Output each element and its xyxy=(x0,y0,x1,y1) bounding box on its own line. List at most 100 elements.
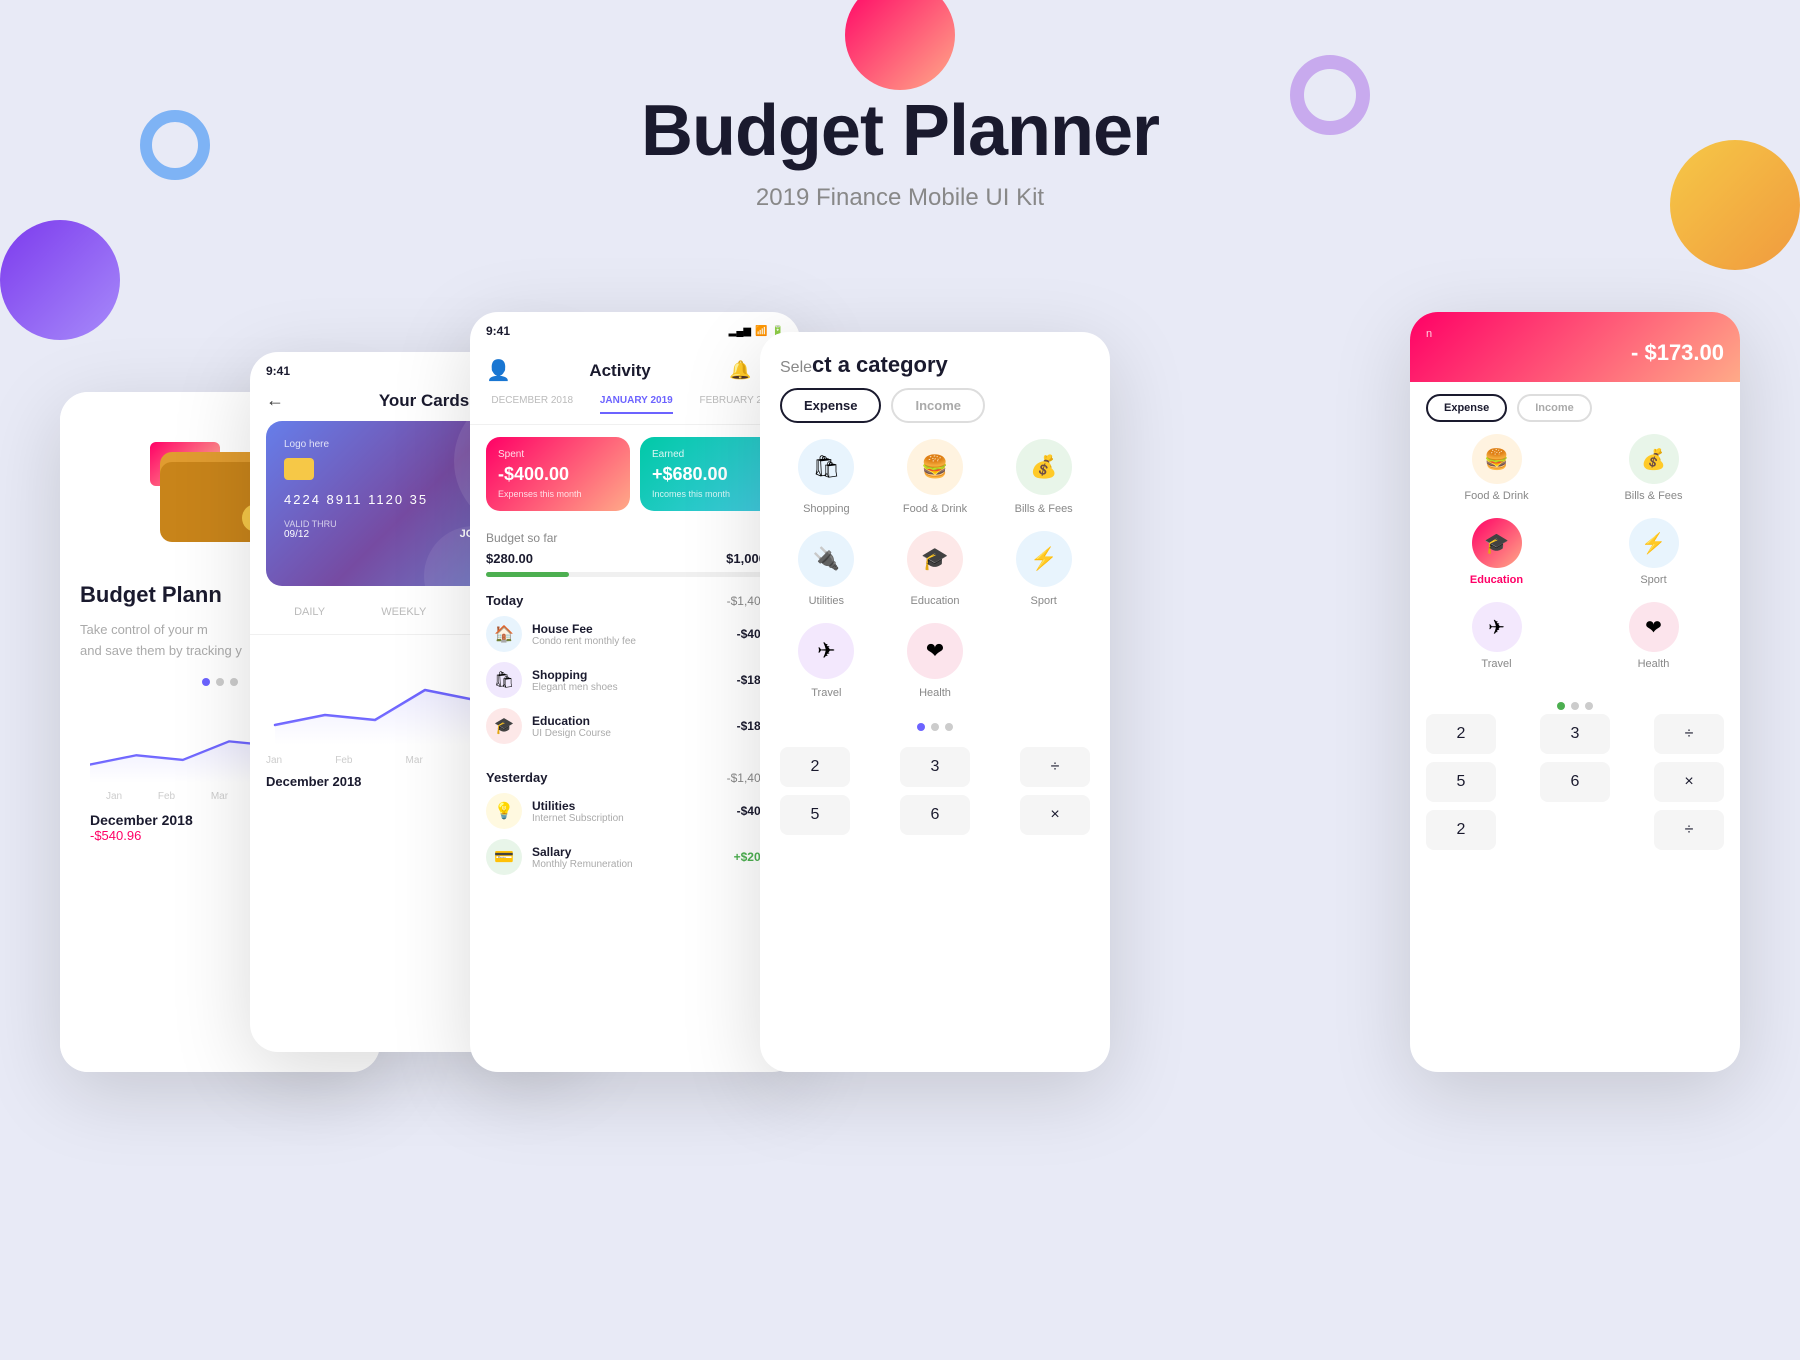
cat-education[interactable]: 🎓 Education xyxy=(889,531,982,607)
cat-dot-2[interactable] xyxy=(931,723,939,731)
chip-icon xyxy=(284,458,314,480)
budget-fill xyxy=(486,572,569,577)
screen5-bills-label: Bills & Fees xyxy=(1624,490,1682,502)
trans-desc-shop: Elegant men shoes xyxy=(532,682,727,693)
tab-daily[interactable]: DAILY xyxy=(294,606,325,626)
yesterday-transactions: Yesterday -$1,400.00 💡 Utilities Interne… xyxy=(470,762,800,893)
screen5-edu-label: Education xyxy=(1470,574,1523,586)
budget-title: Budget so far xyxy=(486,531,784,545)
trans-name-shop: Shopping xyxy=(532,668,727,682)
page-header: Budget Planner 2019 Finance Mobile UI Ki… xyxy=(0,0,1800,212)
cat-travel[interactable]: ✈ Travel xyxy=(780,623,873,699)
key-2[interactable]: 2 xyxy=(780,747,850,787)
cat-health[interactable]: ❤ Health xyxy=(889,623,982,699)
health-icon-wrap: ❤ xyxy=(907,623,963,679)
cat-dot-3[interactable] xyxy=(945,723,953,731)
time-display: 9:41 xyxy=(266,364,290,378)
screen5-dots xyxy=(1410,698,1740,714)
tab-weekly[interactable]: WEEKLY xyxy=(381,606,426,626)
cat-sport[interactable]: ⚡ Sport xyxy=(997,531,1090,607)
key5-2[interactable]: 2 xyxy=(1426,714,1496,754)
key-6[interactable]: 6 xyxy=(900,795,970,835)
screen5-cat-edu[interactable]: 🎓 Education xyxy=(1426,518,1567,586)
trans-desc-util: Internet Subscription xyxy=(532,813,727,824)
yesterday-header: Yesterday -$1,400.00 xyxy=(486,770,784,785)
dot-3[interactable] xyxy=(230,678,238,686)
month-tabs[interactable]: DECEMBER 2018 JANUARY 2019 FEBRUARY 2019 xyxy=(470,391,800,425)
screen5-cat-sport[interactable]: ⚡ Sport xyxy=(1583,518,1724,586)
budget-row: $280.00 $1,000.00 xyxy=(486,551,784,566)
trans-desc-salary: Monthly Remuneration xyxy=(532,859,724,870)
screen5-label: n xyxy=(1426,328,1724,340)
back-button[interactable]: ← xyxy=(266,390,284,411)
spent-sub: Expenses this month xyxy=(498,489,618,499)
numpad-5: 2 3 ÷ 5 6 × 2 ÷ xyxy=(1410,714,1740,850)
key5-6[interactable]: 6 xyxy=(1540,762,1610,802)
screen5-edu-icon: 🎓 xyxy=(1472,518,1522,568)
budget-bar xyxy=(486,572,784,577)
spent-card: Spent -$400.00 Expenses this month xyxy=(486,437,630,511)
screen5-dot-1[interactable] xyxy=(1557,702,1565,710)
key5-mul[interactable]: × xyxy=(1654,762,1724,802)
key-div[interactable]: ÷ xyxy=(1020,747,1090,787)
trans-info-house: House Fee Condo rent monthly fee xyxy=(532,622,727,647)
dot-1[interactable] xyxy=(202,678,210,686)
screen5-income-toggle[interactable]: Income xyxy=(1517,394,1592,422)
shop-icon: 🛍 xyxy=(486,662,522,698)
edu-icon: 🎓 xyxy=(486,708,522,744)
cat-utilities[interactable]: 🔌 Utilities xyxy=(780,531,873,607)
trans-info-shop: Shopping Elegant men shoes xyxy=(532,668,727,693)
page-title: Budget Planner xyxy=(0,90,1800,172)
screen5-header: n - $173.00 xyxy=(1410,312,1740,382)
key-3[interactable]: 3 xyxy=(900,747,970,787)
cat-header: Select a category xyxy=(760,332,1110,388)
key5-div2[interactable]: ÷ xyxy=(1654,810,1724,850)
cat-shopping[interactable]: 🛍 Shopping xyxy=(780,439,873,515)
screen5-dot-2[interactable] xyxy=(1571,702,1579,710)
category-grid: 🛍 Shopping 🍔 Food & Drink 💰 Bills & Fees… xyxy=(760,439,1110,715)
budget-current: $280.00 xyxy=(486,551,533,566)
key-5[interactable]: 5 xyxy=(780,795,850,835)
key5-5[interactable]: 5 xyxy=(1426,762,1496,802)
profile-icon[interactable]: 👤 xyxy=(486,358,511,383)
key5-3[interactable]: 3 xyxy=(1540,714,1610,754)
trans-util: 💡 Utilities Internet Subscription -$400.… xyxy=(486,793,784,829)
screen5-sport-icon: ⚡ xyxy=(1629,518,1679,568)
bell-icon[interactable]: 🔔 xyxy=(729,360,751,381)
key-mul[interactable]: × xyxy=(1020,795,1090,835)
trans-desc-edu: UI Design Course xyxy=(532,728,727,739)
screen5-cat-travel[interactable]: ✈ Travel xyxy=(1426,602,1567,670)
screen5-health-icon: ❤ xyxy=(1629,602,1679,652)
toggle-group: Expense Income xyxy=(760,388,1110,439)
trans-info-salary: Sallary Monthly Remuneration xyxy=(532,845,724,870)
expense-toggle[interactable]: Expense xyxy=(780,388,881,423)
screen5-cat-bills[interactable]: 💰 Bills & Fees xyxy=(1583,434,1724,502)
cat-dot-1[interactable] xyxy=(917,723,925,731)
food-icon-wrap: 🍔 xyxy=(907,439,963,495)
travel-icon-wrap: ✈ xyxy=(798,623,854,679)
key5-div[interactable]: ÷ xyxy=(1654,714,1724,754)
trans-desc-house: Condo rent monthly fee xyxy=(532,636,727,647)
cat-travel-label: Travel xyxy=(811,687,841,699)
screen5-toggle: Expense Income xyxy=(1410,382,1740,434)
summary-cards: Spent -$400.00 Expenses this month Earne… xyxy=(470,425,800,523)
dot-2[interactable] xyxy=(216,678,224,686)
income-toggle[interactable]: Income xyxy=(891,388,985,423)
cat-food-drink[interactable]: 🍔 Food & Drink xyxy=(889,439,982,515)
key5-empty xyxy=(1540,810,1610,850)
card-expiry: VALID THRU 09/12 xyxy=(284,519,337,540)
key5-2b[interactable]: 2 xyxy=(1426,810,1496,850)
earned-label: Earned xyxy=(652,449,772,460)
tab-dec[interactable]: DECEMBER 2018 xyxy=(491,395,573,414)
tab-jan[interactable]: JANUARY 2019 xyxy=(600,395,673,414)
cat-health-label: Health xyxy=(919,687,951,699)
activity-time: 9:41 xyxy=(486,324,510,338)
screen5-expense-toggle[interactable]: Expense xyxy=(1426,394,1507,422)
cat-bills-fees[interactable]: 💰 Bills & Fees xyxy=(997,439,1090,515)
screen5-cat-health[interactable]: ❤ Health xyxy=(1583,602,1724,670)
cat-util-label: Utilities xyxy=(809,595,844,607)
screen5-cat-food[interactable]: 🍔 Food & Drink xyxy=(1426,434,1567,502)
screen5-food-label: Food & Drink xyxy=(1464,490,1528,502)
screen-activity: 9:41 ▂▄▆ 📶 🔋 👤 Activity 🔔 📅 DECEMBER 201… xyxy=(470,312,800,1072)
screen5-dot-3[interactable] xyxy=(1585,702,1593,710)
